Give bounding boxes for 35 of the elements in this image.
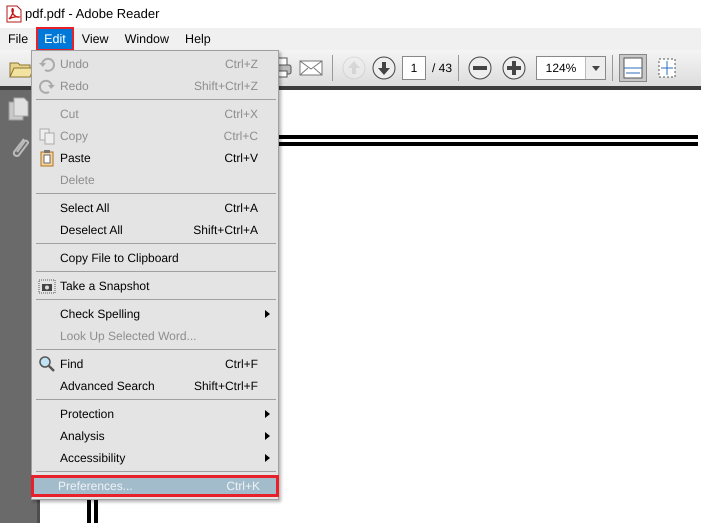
menu-bar-item[interactable]: Window — [116, 27, 178, 51]
menu-item[interactable]: Analysis — [34, 425, 276, 447]
fit-page-icon — [621, 56, 646, 80]
zoom-field[interactable]: 124% — [536, 56, 606, 80]
menu-bar-item[interactable]: File — [0, 27, 36, 51]
pdf-file-icon — [6, 5, 22, 23]
page-rule — [87, 498, 98, 523]
menu-item[interactable]: Check Spelling — [34, 303, 276, 325]
page-number-field[interactable]: 1 — [402, 56, 426, 80]
page-count: / 43 — [432, 60, 452, 77]
zoom-value: 124% — [544, 60, 578, 77]
magnifier-icon — [38, 355, 56, 373]
menu-item[interactable]: Advanced Search Shift+Ctrl+F — [34, 375, 276, 397]
menu-item[interactable]: Paste Ctrl+V — [34, 147, 276, 169]
undo-icon — [38, 55, 56, 73]
menu-item[interactable]: Select All Ctrl+A — [34, 197, 276, 219]
pages-icon[interactable] — [6, 96, 30, 122]
menu-item[interactable]: Copy File to Clipboard — [34, 247, 276, 269]
menu-item[interactable]: Take a Snapshot — [34, 275, 276, 297]
caret-icon[interactable] — [592, 66, 600, 70]
menu-bar-item[interactable]: View — [74, 27, 117, 51]
menu-item[interactable]: Deselect All Shift+Ctrl+A — [34, 219, 276, 241]
clipboard-icon — [38, 149, 56, 167]
menu-item[interactable]: Accessibility — [34, 447, 276, 469]
window-title: pdf.pdf - Adobe Reader — [25, 5, 160, 24]
copy-icon — [38, 127, 56, 145]
zoom-out-icon[interactable] — [467, 55, 494, 81]
menu-bar-item[interactable]: Help — [177, 27, 219, 51]
menu-item[interactable]: Protection — [34, 403, 276, 425]
view-button[interactable] — [619, 54, 648, 82]
camera-icon — [38, 277, 56, 295]
zoom-in-icon[interactable] — [501, 55, 528, 81]
redo-icon — [38, 77, 56, 95]
menu-bar-item[interactable]: Edit — [36, 27, 74, 51]
menu-item[interactable]: Find Ctrl+F — [34, 353, 276, 375]
